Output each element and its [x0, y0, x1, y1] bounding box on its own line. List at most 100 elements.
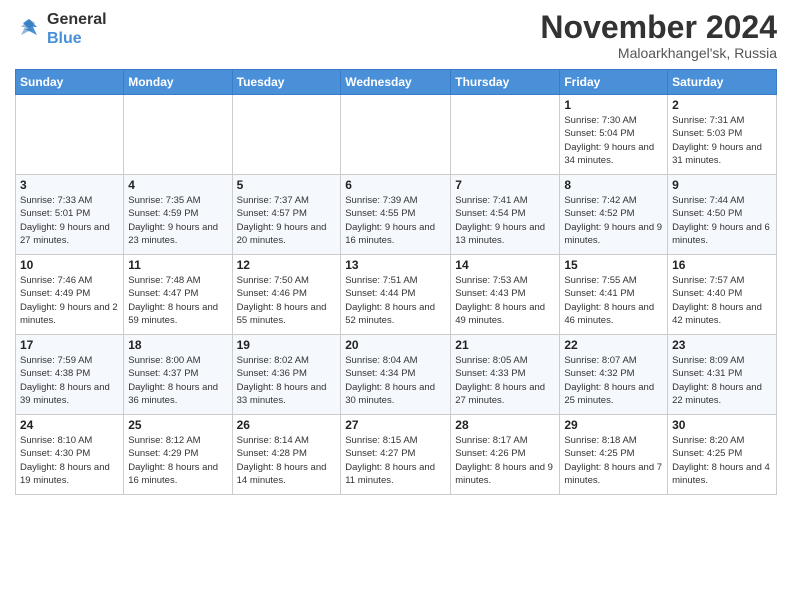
calendar-table: SundayMondayTuesdayWednesdayThursdayFrid…: [15, 69, 777, 495]
calendar-cell: 2 Sunrise: 7:31 AM Sunset: 5:03 PM Daylig…: [668, 95, 777, 175]
calendar-cell: 30 Sunrise: 8:20 AM Sunset: 4:25 PM Dayli…: [668, 415, 777, 495]
calendar-cell: [451, 95, 560, 175]
calendar-header-row: SundayMondayTuesdayWednesdayThursdayFrid…: [16, 70, 777, 95]
calendar-cell: 10Sunrise: 7:46 AM Sunset: 4:49 PM Dayli…: [16, 255, 124, 335]
day-info: Sunrise: 7:55 AM Sunset: 4:41 PM Dayligh…: [564, 274, 663, 327]
calendar-cell: 28 Sunrise: 8:17 AM Sunset: 4:26 PM Dayli…: [451, 415, 560, 495]
weekday-header: Sunday: [16, 70, 124, 95]
day-info: Sunrise: 8:20 AM Sunset: 4:25 PM Dayligh…: [672, 434, 772, 487]
calendar-cell: 20 Sunrise: 8:04 AM Sunset: 4:34 PM Dayli…: [341, 335, 451, 415]
day-number: 4: [128, 178, 227, 192]
calendar-cell: 11 Sunrise: 7:48 AM Sunset: 4:47 PM Dayli…: [124, 255, 232, 335]
day-info: Sunrise: 8:07 AM Sunset: 4:32 PM Dayligh…: [564, 354, 663, 407]
day-info: Sunrise: 8:15 AM Sunset: 4:27 PM Dayligh…: [345, 434, 446, 487]
day-info: Sunrise: 7:37 AM Sunset: 4:57 PM Dayligh…: [237, 194, 337, 247]
day-number: 27: [345, 418, 446, 432]
day-info: Sunrise: 7:57 AM Sunset: 4:40 PM Dayligh…: [672, 274, 772, 327]
calendar-cell: 23 Sunrise: 8:09 AM Sunset: 4:31 PM Dayli…: [668, 335, 777, 415]
day-info: Sunrise: 8:12 AM Sunset: 4:29 PM Dayligh…: [128, 434, 227, 487]
calendar-cell: 5 Sunrise: 7:37 AM Sunset: 4:57 PM Daylig…: [232, 175, 341, 255]
day-number: 1: [564, 98, 663, 112]
calendar-cell: 7Sunrise: 7:41 AM Sunset: 4:54 PM Daylig…: [451, 175, 560, 255]
day-number: 14: [455, 258, 555, 272]
calendar-cell: 15 Sunrise: 7:55 AM Sunset: 4:41 PM Dayli…: [560, 255, 668, 335]
day-number: 24: [20, 418, 119, 432]
day-info: Sunrise: 7:53 AM Sunset: 4:43 PM Dayligh…: [455, 274, 555, 327]
calendar-cell: 8 Sunrise: 7:42 AM Sunset: 4:52 PM Daylig…: [560, 175, 668, 255]
day-number: 7: [455, 178, 555, 192]
calendar-week-row: 1 Sunrise: 7:30 AM Sunset: 5:04 PM Daylig…: [16, 95, 777, 175]
day-info: Sunrise: 8:18 AM Sunset: 4:25 PM Dayligh…: [564, 434, 663, 487]
day-info: Sunrise: 8:14 AM Sunset: 4:28 PM Dayligh…: [237, 434, 337, 487]
day-number: 21: [455, 338, 555, 352]
day-number: 16: [672, 258, 772, 272]
day-number: 17: [20, 338, 119, 352]
logo-text: General Blue: [47, 10, 107, 48]
weekday-header: Tuesday: [232, 70, 341, 95]
day-number: 12: [237, 258, 337, 272]
day-number: 3: [20, 178, 119, 192]
calendar-week-row: 17 Sunrise: 7:59 AM Sunset: 4:38 PM Dayli…: [16, 335, 777, 415]
day-info: Sunrise: 8:09 AM Sunset: 4:31 PM Dayligh…: [672, 354, 772, 407]
calendar-week-row: 3 Sunrise: 7:33 AM Sunset: 5:01 PM Daylig…: [16, 175, 777, 255]
calendar-cell: 13 Sunrise: 7:51 AM Sunset: 4:44 PM Dayli…: [341, 255, 451, 335]
day-number: 13: [345, 258, 446, 272]
day-info: Sunrise: 7:30 AM Sunset: 5:04 PM Dayligh…: [564, 114, 663, 167]
weekday-header: Wednesday: [341, 70, 451, 95]
day-number: 15: [564, 258, 663, 272]
page: General Blue November 2024 Maloarkhangel…: [0, 0, 792, 612]
day-info: Sunrise: 7:31 AM Sunset: 5:03 PM Dayligh…: [672, 114, 772, 167]
day-info: Sunrise: 7:51 AM Sunset: 4:44 PM Dayligh…: [345, 274, 446, 327]
day-number: 29: [564, 418, 663, 432]
calendar-cell: 22 Sunrise: 8:07 AM Sunset: 4:32 PM Dayli…: [560, 335, 668, 415]
day-number: 2: [672, 98, 772, 112]
calendar-cell: 6Sunrise: 7:39 AM Sunset: 4:55 PM Daylig…: [341, 175, 451, 255]
title-block: November 2024 Maloarkhangel'sk, Russia: [540, 10, 777, 61]
calendar-cell: 16 Sunrise: 7:57 AM Sunset: 4:40 PM Dayli…: [668, 255, 777, 335]
day-info: Sunrise: 7:50 AM Sunset: 4:46 PM Dayligh…: [237, 274, 337, 327]
day-number: 20: [345, 338, 446, 352]
weekday-header: Monday: [124, 70, 232, 95]
day-info: Sunrise: 7:48 AM Sunset: 4:47 PM Dayligh…: [128, 274, 227, 327]
calendar-cell: 18 Sunrise: 8:00 AM Sunset: 4:37 PM Dayli…: [124, 335, 232, 415]
day-info: Sunrise: 7:42 AM Sunset: 4:52 PM Dayligh…: [564, 194, 663, 247]
calendar-cell: 24 Sunrise: 8:10 AM Sunset: 4:30 PM Dayli…: [16, 415, 124, 495]
day-info: Sunrise: 8:05 AM Sunset: 4:33 PM Dayligh…: [455, 354, 555, 407]
day-number: 8: [564, 178, 663, 192]
day-number: 28: [455, 418, 555, 432]
weekday-header: Friday: [560, 70, 668, 95]
calendar-cell: [232, 95, 341, 175]
day-info: Sunrise: 8:00 AM Sunset: 4:37 PM Dayligh…: [128, 354, 227, 407]
day-number: 26: [237, 418, 337, 432]
calendar-cell: 29 Sunrise: 8:18 AM Sunset: 4:25 PM Dayli…: [560, 415, 668, 495]
calendar-cell: 1 Sunrise: 7:30 AM Sunset: 5:04 PM Daylig…: [560, 95, 668, 175]
day-number: 23: [672, 338, 772, 352]
calendar-cell: 17 Sunrise: 7:59 AM Sunset: 4:38 PM Dayli…: [16, 335, 124, 415]
day-number: 11: [128, 258, 227, 272]
location: Maloarkhangel'sk, Russia: [540, 45, 777, 61]
calendar-week-row: 24 Sunrise: 8:10 AM Sunset: 4:30 PM Dayli…: [16, 415, 777, 495]
day-info: Sunrise: 7:59 AM Sunset: 4:38 PM Dayligh…: [20, 354, 119, 407]
day-number: 5: [237, 178, 337, 192]
calendar-cell: [16, 95, 124, 175]
calendar-cell: 21 Sunrise: 8:05 AM Sunset: 4:33 PM Dayli…: [451, 335, 560, 415]
day-info: Sunrise: 7:44 AM Sunset: 4:50 PM Dayligh…: [672, 194, 772, 247]
header: General Blue November 2024 Maloarkhangel…: [15, 10, 777, 61]
day-info: Sunrise: 8:17 AM Sunset: 4:26 PM Dayligh…: [455, 434, 555, 487]
day-info: Sunrise: 7:35 AM Sunset: 4:59 PM Dayligh…: [128, 194, 227, 247]
day-info: Sunrise: 8:04 AM Sunset: 4:34 PM Dayligh…: [345, 354, 446, 407]
logo-bird-icon: [15, 15, 43, 43]
month-title: November 2024: [540, 10, 777, 45]
day-number: 18: [128, 338, 227, 352]
calendar-cell: 14 Sunrise: 7:53 AM Sunset: 4:43 PM Dayli…: [451, 255, 560, 335]
day-info: Sunrise: 8:10 AM Sunset: 4:30 PM Dayligh…: [20, 434, 119, 487]
day-info: Sunrise: 7:39 AM Sunset: 4:55 PM Dayligh…: [345, 194, 446, 247]
calendar-cell: 27 Sunrise: 8:15 AM Sunset: 4:27 PM Dayli…: [341, 415, 451, 495]
day-number: 22: [564, 338, 663, 352]
calendar-cell: 9 Sunrise: 7:44 AM Sunset: 4:50 PM Daylig…: [668, 175, 777, 255]
day-info: Sunrise: 7:33 AM Sunset: 5:01 PM Dayligh…: [20, 194, 119, 247]
calendar-cell: 19Sunrise: 8:02 AM Sunset: 4:36 PM Dayli…: [232, 335, 341, 415]
day-number: 9: [672, 178, 772, 192]
day-number: 30: [672, 418, 772, 432]
calendar-cell: 3 Sunrise: 7:33 AM Sunset: 5:01 PM Daylig…: [16, 175, 124, 255]
